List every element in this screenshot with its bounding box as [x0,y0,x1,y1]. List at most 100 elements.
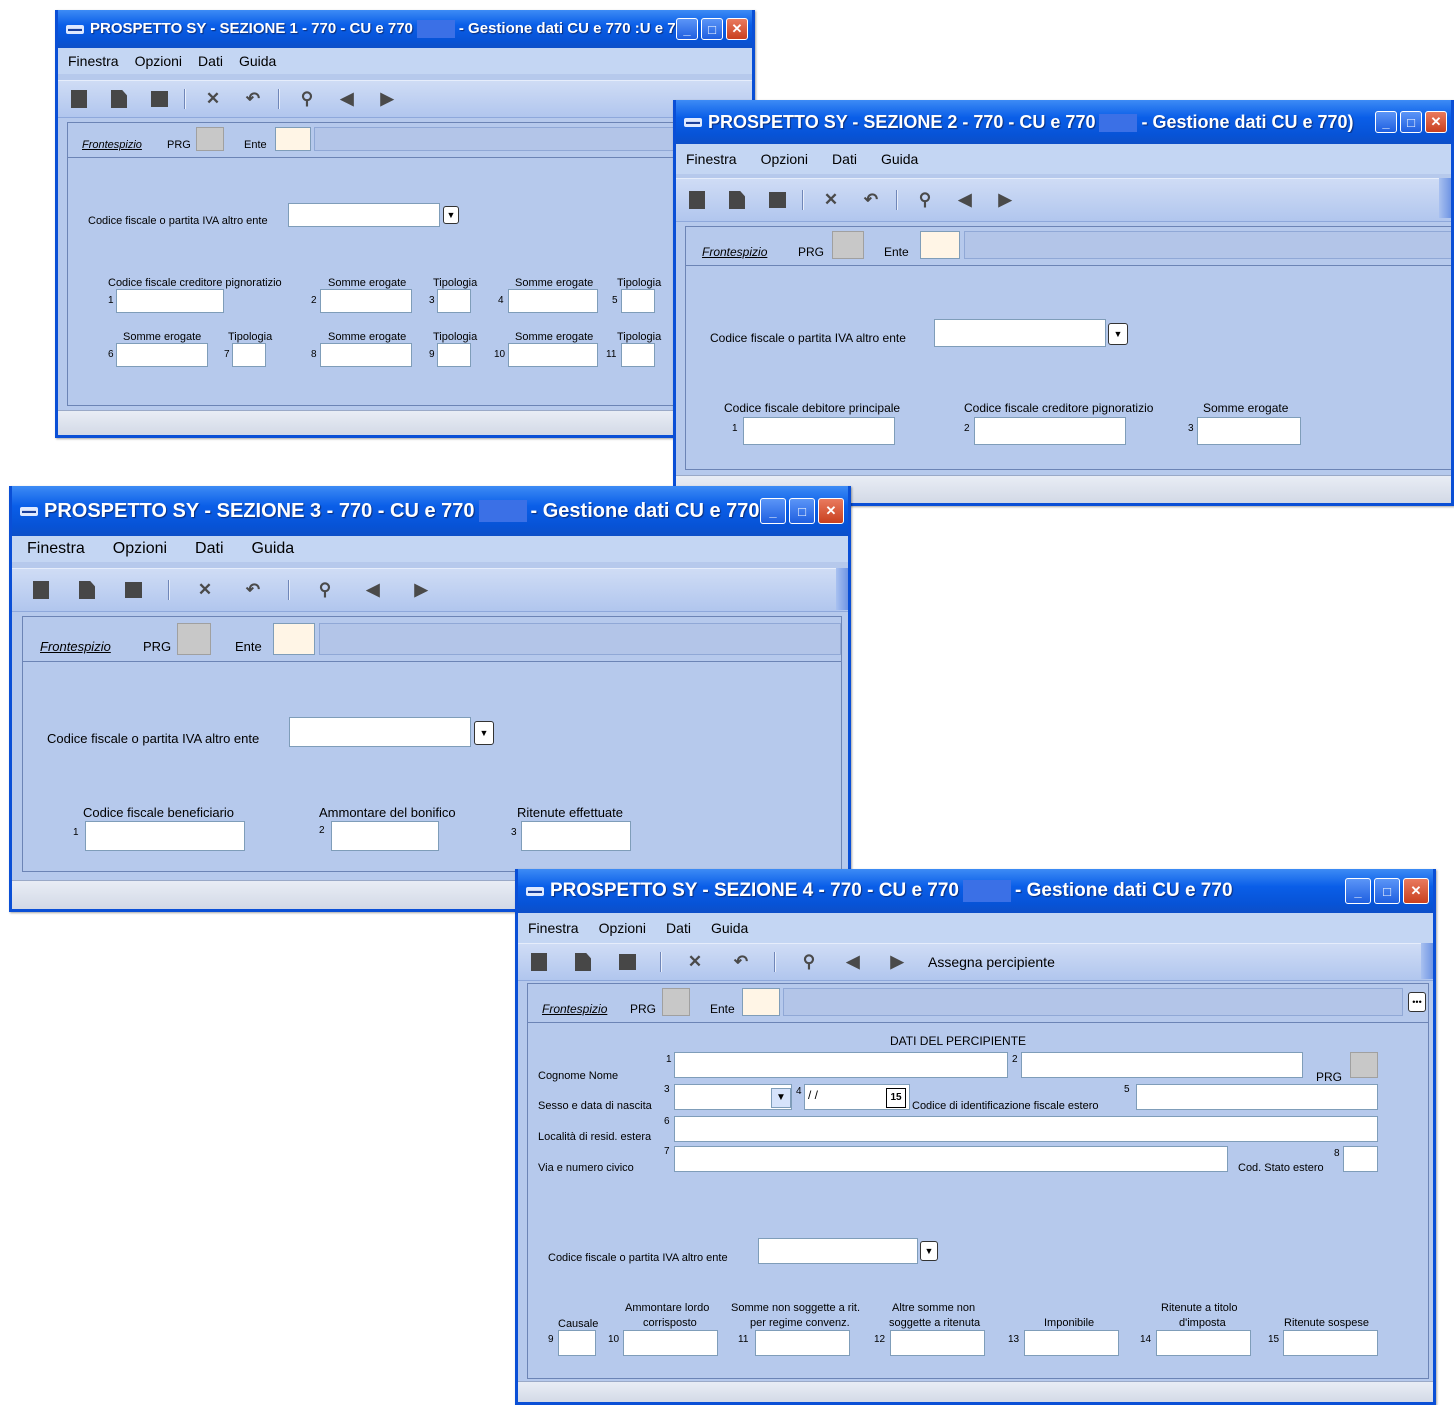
minimize-icon[interactable]: _ [1345,878,1371,904]
menu-finestra[interactable]: Finestra [528,920,579,936]
minimize-icon[interactable]: _ [676,18,698,40]
scrollbar[interactable] [836,568,848,610]
localita-input[interactable] [674,1116,1378,1142]
prg-field[interactable] [832,231,864,259]
delete-icon[interactable]: ✕ [202,89,224,109]
new-icon[interactable] [686,190,708,210]
somme-input[interactable] [755,1330,850,1356]
ente-field[interactable] [273,623,315,655]
menu-guida[interactable]: Guida [239,53,276,69]
ammontare-input[interactable] [623,1330,718,1356]
ente-field[interactable] [275,127,311,151]
title-bar[interactable]: ▬▬ PROSPETTO SY - SEZIONE 3 - 770 - CU e… [12,486,848,536]
input-3[interactable] [521,821,631,851]
minimize-icon[interactable]: _ [1375,111,1397,133]
arrow-left-icon[interactable]: ◀ [362,580,384,600]
input-4[interactable] [508,289,598,313]
menu-opzioni[interactable]: Opzioni [761,151,808,167]
input-10[interactable] [508,343,598,367]
input-8[interactable] [320,343,412,367]
cf-altro-ente-select[interactable] [758,1238,918,1264]
chevron-down-icon[interactable]: ▼ [1108,323,1128,345]
prg-percipiente-field[interactable] [1350,1052,1378,1078]
search-icon[interactable]: ⚲ [314,580,336,600]
cognome-input[interactable] [674,1052,1008,1078]
chevron-down-icon[interactable]: ▼ [443,206,459,224]
menu-guida[interactable]: Guida [711,920,748,936]
maximize-icon[interactable]: □ [1400,111,1422,133]
frontespizio-link[interactable]: Frontespizio [542,1002,607,1016]
stop-icon[interactable] [766,190,788,210]
menu-dati[interactable]: Dati [666,920,691,936]
arrow-right-icon[interactable]: ▶ [376,89,398,109]
save-icon[interactable] [76,580,98,600]
stop-icon[interactable] [148,89,170,109]
maximize-icon[interactable]: □ [789,498,815,524]
chevron-down-icon[interactable]: ▼ [920,1241,938,1261]
delete-icon[interactable]: ✕ [194,580,216,600]
via-input[interactable] [674,1146,1228,1172]
arrow-right-icon[interactable]: ▶ [410,580,432,600]
save-icon[interactable] [108,89,130,109]
input-1[interactable] [116,289,224,313]
cf-altro-ente-select[interactable] [934,319,1106,347]
new-icon[interactable] [30,580,52,600]
stop-icon[interactable] [616,952,638,972]
calendar-icon[interactable]: 15 [886,1088,906,1108]
frontespizio-link[interactable]: Frontespizio [702,245,767,259]
arrow-right-icon[interactable]: ▶ [886,952,908,972]
new-icon[interactable] [68,89,90,109]
title-bar[interactable]: ▬▬ PROSPETTO SY - SEZIONE 4 - 770 - CU e… [518,869,1433,913]
imponibile-input[interactable] [1024,1330,1119,1356]
cod-stato-input[interactable] [1343,1146,1378,1172]
title-bar[interactable]: ▬▬ PROSPETTO SY - SEZIONE 2 - 770 - CU e… [676,100,1451,144]
undo-icon[interactable]: ↶ [860,190,882,210]
close-icon[interactable]: ✕ [1403,878,1429,904]
input-1[interactable] [743,417,895,445]
input-7[interactable] [232,343,266,367]
frontespizio-link[interactable]: Frontespizio [82,139,142,151]
altre-somme-input[interactable] [890,1330,985,1356]
delete-icon[interactable]: ✕ [820,190,842,210]
arrow-left-icon[interactable]: ◀ [954,190,976,210]
stop-icon[interactable] [122,580,144,600]
search-icon[interactable]: ⚲ [914,190,936,210]
undo-icon[interactable]: ↶ [730,952,752,972]
delete-icon[interactable]: ✕ [684,952,706,972]
menu-finestra[interactable]: Finestra [27,540,85,558]
prg-field[interactable] [196,127,224,151]
save-icon[interactable] [726,190,748,210]
menu-opzioni[interactable]: Opzioni [135,53,182,69]
ente-field[interactable] [920,231,960,259]
more-options-icon[interactable]: ••• [1408,992,1426,1012]
arrow-right-icon[interactable]: ▶ [994,190,1016,210]
chevron-down-icon[interactable]: ▼ [474,721,494,745]
menu-dati[interactable]: Dati [832,151,857,167]
undo-icon[interactable]: ↶ [242,89,264,109]
input-3[interactable] [1197,417,1301,445]
cod-id-estero-input[interactable] [1136,1084,1378,1110]
nome-input[interactable] [1021,1052,1303,1078]
scrollbar[interactable] [1421,943,1433,979]
search-icon[interactable]: ⚲ [296,89,318,109]
save-icon[interactable] [572,952,594,972]
input-1[interactable] [85,821,245,851]
input-2[interactable] [974,417,1126,445]
causale-input[interactable] [558,1330,596,1356]
menu-finestra[interactable]: Finestra [686,151,737,167]
scrollbar[interactable] [1439,178,1451,218]
title-bar[interactable]: ▬▬ PROSPETTO SY - SEZIONE 1 - 770 - CU e… [58,10,752,48]
menu-opzioni[interactable]: Opzioni [599,920,646,936]
menu-guida[interactable]: Guida [252,540,295,558]
maximize-icon[interactable]: □ [1374,878,1400,904]
prg-field[interactable] [177,623,211,655]
close-icon[interactable]: ✕ [726,18,748,40]
close-icon[interactable]: ✕ [818,498,844,524]
ritenute-sospese-input[interactable] [1283,1330,1378,1356]
input-3[interactable] [437,289,471,313]
input-11[interactable] [621,343,655,367]
menu-finestra[interactable]: Finestra [68,53,119,69]
menu-guida[interactable]: Guida [881,151,918,167]
new-icon[interactable] [528,952,550,972]
arrow-left-icon[interactable]: ◀ [842,952,864,972]
